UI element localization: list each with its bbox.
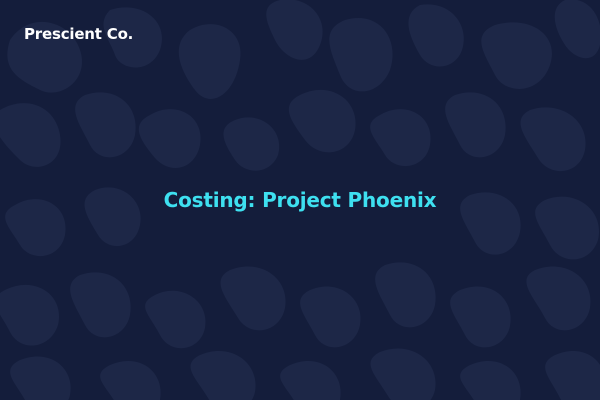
company-name: Prescient Co. <box>24 25 134 43</box>
title-slide: Prescient Co. Costing: Project Phoenix <box>0 0 600 400</box>
slide-title: Costing: Project Phoenix <box>163 188 437 212</box>
